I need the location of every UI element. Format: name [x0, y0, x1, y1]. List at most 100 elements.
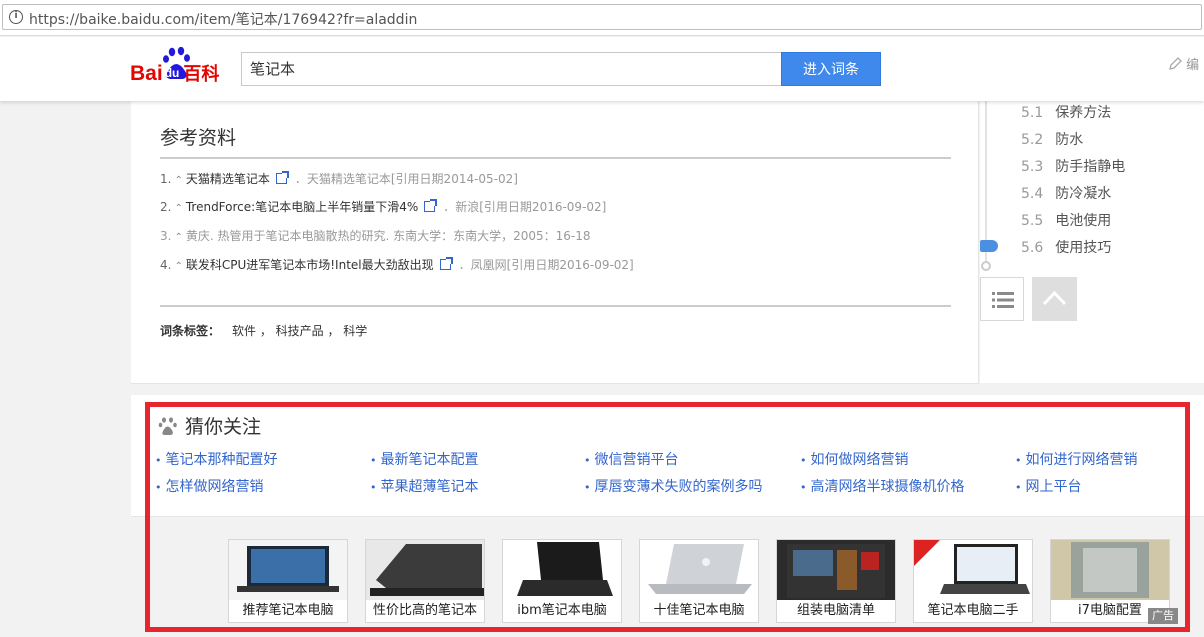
reference-item: 4. ⌃ 联发科CPU进军笔记本市场!Intel最大劲敌出现 ．凤凰网[引用日期201…: [160, 257, 634, 275]
catalog-item[interactable]: 5.5 电池使用: [1021, 210, 1111, 230]
chevron-up-icon[interactable]: ⌃: [174, 203, 182, 214]
reference-number: 4.: [160, 258, 172, 272]
guess-link-text[interactable]: 最新笔记本配置: [381, 452, 479, 468]
guess-link-text[interactable]: 网上平台: [1026, 479, 1082, 495]
catalog-label: 使用技巧: [1055, 240, 1112, 256]
guess-link[interactable]: • 厚唇变薄术失败的案例多吗: [584, 476, 763, 496]
guess-link[interactable]: • 怎样做网络营销: [155, 476, 264, 496]
site-info-icon[interactable]: i: [9, 10, 23, 24]
separator: ．: [294, 172, 307, 186]
external-link-icon[interactable]: [424, 199, 438, 212]
url-text[interactable]: https://baike.baidu.com/item/笔记本/176942?…: [29, 9, 417, 29]
catalog-toggle-button[interactable]: [980, 277, 1024, 321]
guess-link[interactable]: • 最新笔记本配置: [370, 449, 479, 469]
guess-link-text[interactable]: 如何进行网络营销: [1026, 452, 1138, 468]
catalog-item[interactable]: 5.3 防手指静电: [1021, 156, 1125, 176]
bullet: •: [155, 481, 162, 494]
product-caption: 笔记本电脑二手: [914, 600, 1032, 622]
guess-link[interactable]: • 如何做网络营销: [800, 449, 909, 469]
bullet: •: [1015, 454, 1022, 467]
bullet: •: [370, 481, 377, 494]
product-image: [366, 540, 484, 600]
catalog-label: 电池使用: [1055, 213, 1112, 229]
product-image: [1051, 540, 1169, 600]
product-tile[interactable]: 性价比高的笔记本: [365, 539, 485, 623]
logo-du: du: [164, 66, 180, 80]
catalog-number: 5.4: [1021, 186, 1044, 202]
guess-link-text[interactable]: 高清网络半球摄像机价格: [811, 479, 965, 495]
guess-link-text[interactable]: 苹果超薄笔记本: [381, 479, 479, 495]
reference-link[interactable]: TrendForce:笔记本电脑上半年销量下滑4%: [186, 200, 418, 214]
catalog-label: 防手指静电: [1055, 159, 1126, 175]
reference-text: 黄庆. 热管用于笔记本电脑散热的研究. 东南大学：东南大学，2005：16-18: [185, 229, 591, 243]
guess-link-text[interactable]: 厚唇变薄术失败的案例多吗: [595, 479, 763, 495]
catalog-label: 防冷凝水: [1055, 186, 1112, 202]
guess-you-like-card: 猜你关注 • 笔记本那种配置好 • 最新笔记本配置 • 微信营销平台 • 如何做网络营销…: [131, 395, 1204, 517]
catalog-item[interactable]: 5.4 防冷凝水: [1021, 183, 1111, 203]
guess-link[interactable]: • 网上平台: [1015, 476, 1082, 496]
tags-values[interactable]: 软件 ， 科技产品 ， 科学: [232, 324, 367, 338]
reference-item: 3. ⌃ 黄庆. 热管用于笔记本电脑散热的研究. 东南大学：东南大学，2005：16…: [160, 228, 591, 246]
product-image: [777, 540, 895, 600]
chevron-up-icon[interactable]: ⌃: [174, 175, 182, 186]
edit-button[interactable]: 编: [1168, 54, 1204, 78]
product-tile[interactable]: 十佳笔记本电脑: [639, 539, 759, 623]
laptop-icon: [517, 542, 613, 596]
reference-source: 天猫精选笔记本[引用日期2014-05-02]: [306, 172, 518, 186]
reference-number: 1.: [160, 172, 172, 186]
product-image: [914, 540, 1032, 600]
site-header: Bai du 百科 笔记本 进入词条 编: [0, 37, 1204, 101]
list-icon: [992, 292, 1014, 308]
laptop-icon: [914, 540, 1030, 594]
chevron-up-icon[interactable]: ⌃: [174, 261, 182, 272]
guess-link-text[interactable]: 微信营销平台: [595, 452, 679, 468]
product-tile[interactable]: ibm笔记本电脑: [502, 539, 622, 623]
catalog-item[interactable]: 5.2 防水: [1021, 129, 1083, 149]
guess-link[interactable]: • 笔记本那种配置好: [155, 449, 278, 469]
catalog-label: 保养方法: [1055, 105, 1112, 121]
laptop-icon: [237, 546, 339, 592]
catalog-item[interactable]: 5.1 保养方法: [1021, 102, 1111, 122]
product-caption: 性价比高的笔记本: [366, 600, 484, 622]
external-link-icon[interactable]: [439, 257, 453, 270]
laptop-icon: [648, 544, 752, 594]
guess-link[interactable]: • 苹果超薄笔记本: [370, 476, 479, 496]
references-title: 参考资料: [160, 127, 237, 149]
pencil-icon: [1169, 57, 1182, 70]
browser-address-bar: i https://baike.baidu.com/item/笔记本/17694…: [0, 0, 1204, 36]
bullet: •: [584, 454, 591, 467]
product-tile[interactable]: 组装电脑清单: [776, 539, 896, 623]
product-tile[interactable]: 推荐笔记本电脑: [228, 539, 348, 623]
guess-link[interactable]: • 微信营销平台: [584, 449, 679, 469]
reference-link[interactable]: 联发科CPU进军笔记本市场!Intel最大劲敌出现: [186, 258, 434, 272]
logo-wordmark[interactable]: Bai du 百科: [130, 60, 219, 86]
chevron-up-icon[interactable]: ⌃: [174, 232, 182, 243]
catalog-sidebar: 5.1 保养方法 5.2 防水 5.3 防手指静电 5.4 防冷凝水 5.5 电池使用 5…: [980, 101, 1204, 383]
catalog-label: 防水: [1055, 132, 1084, 148]
reference-link[interactable]: 天猫精选笔记本: [186, 172, 270, 186]
guess-link[interactable]: • 高清网络半球摄像机价格: [800, 476, 965, 496]
product-caption: 组装电脑清单: [777, 600, 895, 622]
separator: ．: [443, 200, 456, 214]
product-caption: ibm笔记本电脑: [503, 600, 621, 622]
reference-item: 2. ⌃ TrendForce:笔记本电脑上半年销量下滑4% ．新浪[引用日期2016…: [160, 199, 606, 217]
external-link-icon[interactable]: [275, 171, 289, 184]
search-input[interactable]: 笔记本: [241, 52, 782, 86]
logo-bai: Bai: [130, 62, 163, 85]
ad-badge: 广告: [1148, 608, 1178, 624]
catalog-item[interactable]: 5.6 使用技巧: [1021, 237, 1111, 257]
guess-link-text[interactable]: 笔记本那种配置好: [166, 452, 278, 468]
logo-baike: 百科: [183, 64, 220, 84]
guess-link-text[interactable]: 如何做网络营销: [811, 452, 909, 468]
bullet: •: [800, 454, 807, 467]
url-field[interactable]: i https://baike.baidu.com/item/笔记本/17694…: [2, 4, 1202, 30]
guess-link[interactable]: • 如何进行网络营销: [1015, 449, 1138, 469]
product-tile[interactable]: 笔记本电脑二手: [913, 539, 1033, 623]
back-to-top-button[interactable]: [1032, 277, 1077, 321]
reference-number: 3.: [160, 229, 172, 243]
catalog-number: 5.6: [1021, 240, 1044, 256]
guess-link-text[interactable]: 怎样做网络营销: [166, 479, 264, 495]
enter-entry-button[interactable]: 进入词条: [781, 52, 881, 86]
bullet: •: [800, 481, 807, 494]
reference-item: 1. ⌃ 天猫精选笔记本 ．天猫精选笔记本[引用日期2014-05-02]: [160, 171, 518, 189]
